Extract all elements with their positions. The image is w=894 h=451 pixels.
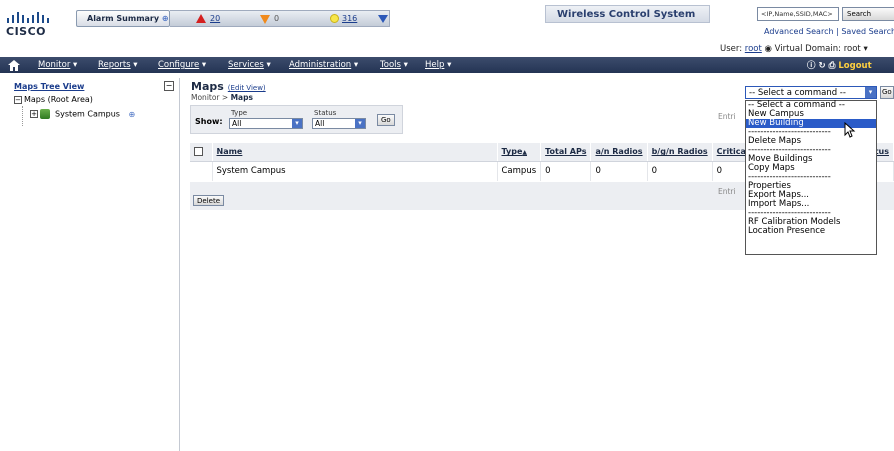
- info-icon: ⊕: [161, 14, 169, 23]
- nav-reports[interactable]: Reports ▾: [98, 60, 138, 70]
- column-bgn-radios[interactable]: b/g/n Radios: [647, 143, 713, 162]
- major-alarm-count[interactable]: 0: [274, 14, 279, 23]
- main-nav: Monitor ▾ Reports ▾ Configure ▾ Services…: [0, 57, 894, 73]
- user-name-link[interactable]: root: [745, 44, 762, 54]
- entries-label: Entri: [718, 112, 736, 121]
- advanced-search-link[interactable]: Advanced Search: [764, 27, 834, 36]
- breadcrumb: Monitor > Maps: [191, 93, 253, 102]
- collapse-icon[interactable]: −: [164, 81, 174, 91]
- critical-alarm-count[interactable]: 20: [210, 14, 220, 23]
- entries-label: Entri: [718, 187, 736, 196]
- saved-search-link[interactable]: Saved Search: [841, 27, 894, 36]
- delete-button[interactable]: Delete: [193, 195, 224, 206]
- type-filter-label: Type: [231, 109, 248, 117]
- breadcrumb-current: Maps: [230, 93, 253, 102]
- info-icon: ⊕: [128, 109, 136, 119]
- user-label: User:: [720, 44, 743, 54]
- campus-icon: [40, 109, 50, 119]
- filter-go-button[interactable]: Go: [377, 114, 395, 126]
- collapse-node-icon[interactable]: −: [14, 95, 22, 104]
- breadcrumb-separator: >: [221, 93, 229, 102]
- type-filter-select[interactable]: All ▾: [229, 118, 303, 129]
- cell-an-radios: 0: [590, 161, 648, 181]
- alarm-summary-button[interactable]: Alarm Summary ⊕: [76, 10, 170, 27]
- chevron-down-icon: ▾: [292, 119, 302, 128]
- search-input[interactable]: <IP,Name,SSID,MAC>: [757, 7, 839, 21]
- command-go-button[interactable]: Go: [880, 86, 894, 99]
- page-title: Maps (Edit View): [191, 80, 266, 93]
- minor-alarm-count[interactable]: 316: [342, 14, 357, 23]
- main-content: Maps (Edit View) Monitor > Maps Show: Typ…: [190, 78, 894, 451]
- command-dropdown-list: -- Select a command -- New Campus New Bu…: [745, 100, 877, 255]
- help-icon[interactable]: ⓘ: [807, 61, 816, 71]
- nav-tools[interactable]: Tools ▾: [380, 60, 408, 70]
- cell-type: Campus: [497, 161, 542, 181]
- nav-configure[interactable]: Configure ▾: [158, 60, 206, 70]
- mouse-cursor-icon: [844, 122, 856, 138]
- show-label: Show:: [195, 117, 223, 126]
- nav-right-tools: ⓘ ↻ ⎙ Logout: [807, 59, 872, 71]
- chevron-down-icon: ▾: [865, 87, 876, 98]
- globe-icon: ◉: [764, 44, 772, 54]
- expand-node-icon[interactable]: +: [30, 110, 38, 118]
- select-all-checkbox[interactable]: [194, 147, 203, 157]
- nav-help[interactable]: Help ▾: [425, 60, 451, 70]
- tree-item-system-campus[interactable]: + System Campus ⊕: [30, 109, 135, 119]
- status-filter-select[interactable]: All ▾: [312, 118, 366, 129]
- tree-root-item[interactable]: − Maps (Root Area): [14, 95, 93, 104]
- logout-link[interactable]: Logout: [838, 61, 871, 71]
- select-all-header: [190, 143, 213, 162]
- status-filter-label: Status: [314, 109, 337, 117]
- row-select-cell: [190, 161, 213, 181]
- chevron-down-icon: ▾: [355, 119, 365, 128]
- chevron-down-icon[interactable]: [378, 15, 388, 23]
- column-type[interactable]: Type▲: [497, 143, 542, 162]
- app-title: Wireless Control System: [545, 5, 710, 23]
- minor-alarm-icon: [330, 14, 339, 23]
- tree-root-label: Maps (Root Area): [24, 95, 93, 104]
- search-links: Advanced Search | Saved Search: [764, 27, 894, 36]
- virtual-domain-value[interactable]: root: [844, 44, 861, 54]
- nav-administration[interactable]: Administration ▾: [289, 60, 358, 70]
- sidebar: Maps Tree View − − Maps (Root Area) + Syst…: [12, 78, 180, 451]
- nav-monitor[interactable]: Monitor ▾: [38, 60, 77, 70]
- cell-bgn-radios: 0: [647, 161, 713, 181]
- critical-alarm-icon: [196, 14, 206, 23]
- command-option-location-presence[interactable]: Location Presence: [746, 227, 876, 236]
- cisco-wordmark: cisco: [6, 25, 47, 38]
- alarm-strip: 20 0 316: [170, 10, 390, 27]
- sort-ascending-icon: ▲: [522, 149, 527, 157]
- cell-name[interactable]: System Campus: [212, 161, 498, 181]
- edit-view-link[interactable]: (Edit View): [228, 84, 266, 92]
- filter-box: Show: Type All ▾ Status All ▾ Go: [190, 105, 403, 134]
- search-button[interactable]: Search: [842, 7, 894, 21]
- nav-services[interactable]: Services ▾: [228, 60, 271, 70]
- tree-connector: [22, 106, 23, 126]
- user-info: User: root ◉ Virtual Domain: root ▾: [720, 44, 868, 54]
- cell-total-aps: 0: [540, 161, 592, 181]
- column-an-radios[interactable]: a/n Radios: [590, 143, 648, 162]
- header: cisco Alarm Summary ⊕ 20 0 316 Wireless …: [0, 5, 894, 57]
- print-icon[interactable]: ⎙: [829, 61, 836, 71]
- column-name[interactable]: Name: [212, 143, 498, 162]
- chevron-down-icon[interactable]: ▾: [863, 44, 867, 54]
- column-total-aps[interactable]: Total APs: [540, 143, 592, 162]
- virtual-domain-label: Virtual Domain:: [774, 44, 841, 54]
- home-icon[interactable]: [8, 60, 20, 71]
- command-select[interactable]: -- Select a command -- ▾: [745, 86, 877, 99]
- alarm-summary-label: Alarm Summary: [87, 14, 160, 23]
- refresh-icon[interactable]: ↻: [818, 61, 825, 71]
- sidebar-title[interactable]: Maps Tree View: [14, 82, 84, 91]
- tree-item-label: System Campus: [55, 109, 120, 119]
- breadcrumb-parent: Monitor: [191, 93, 220, 102]
- major-alarm-icon: [260, 15, 270, 24]
